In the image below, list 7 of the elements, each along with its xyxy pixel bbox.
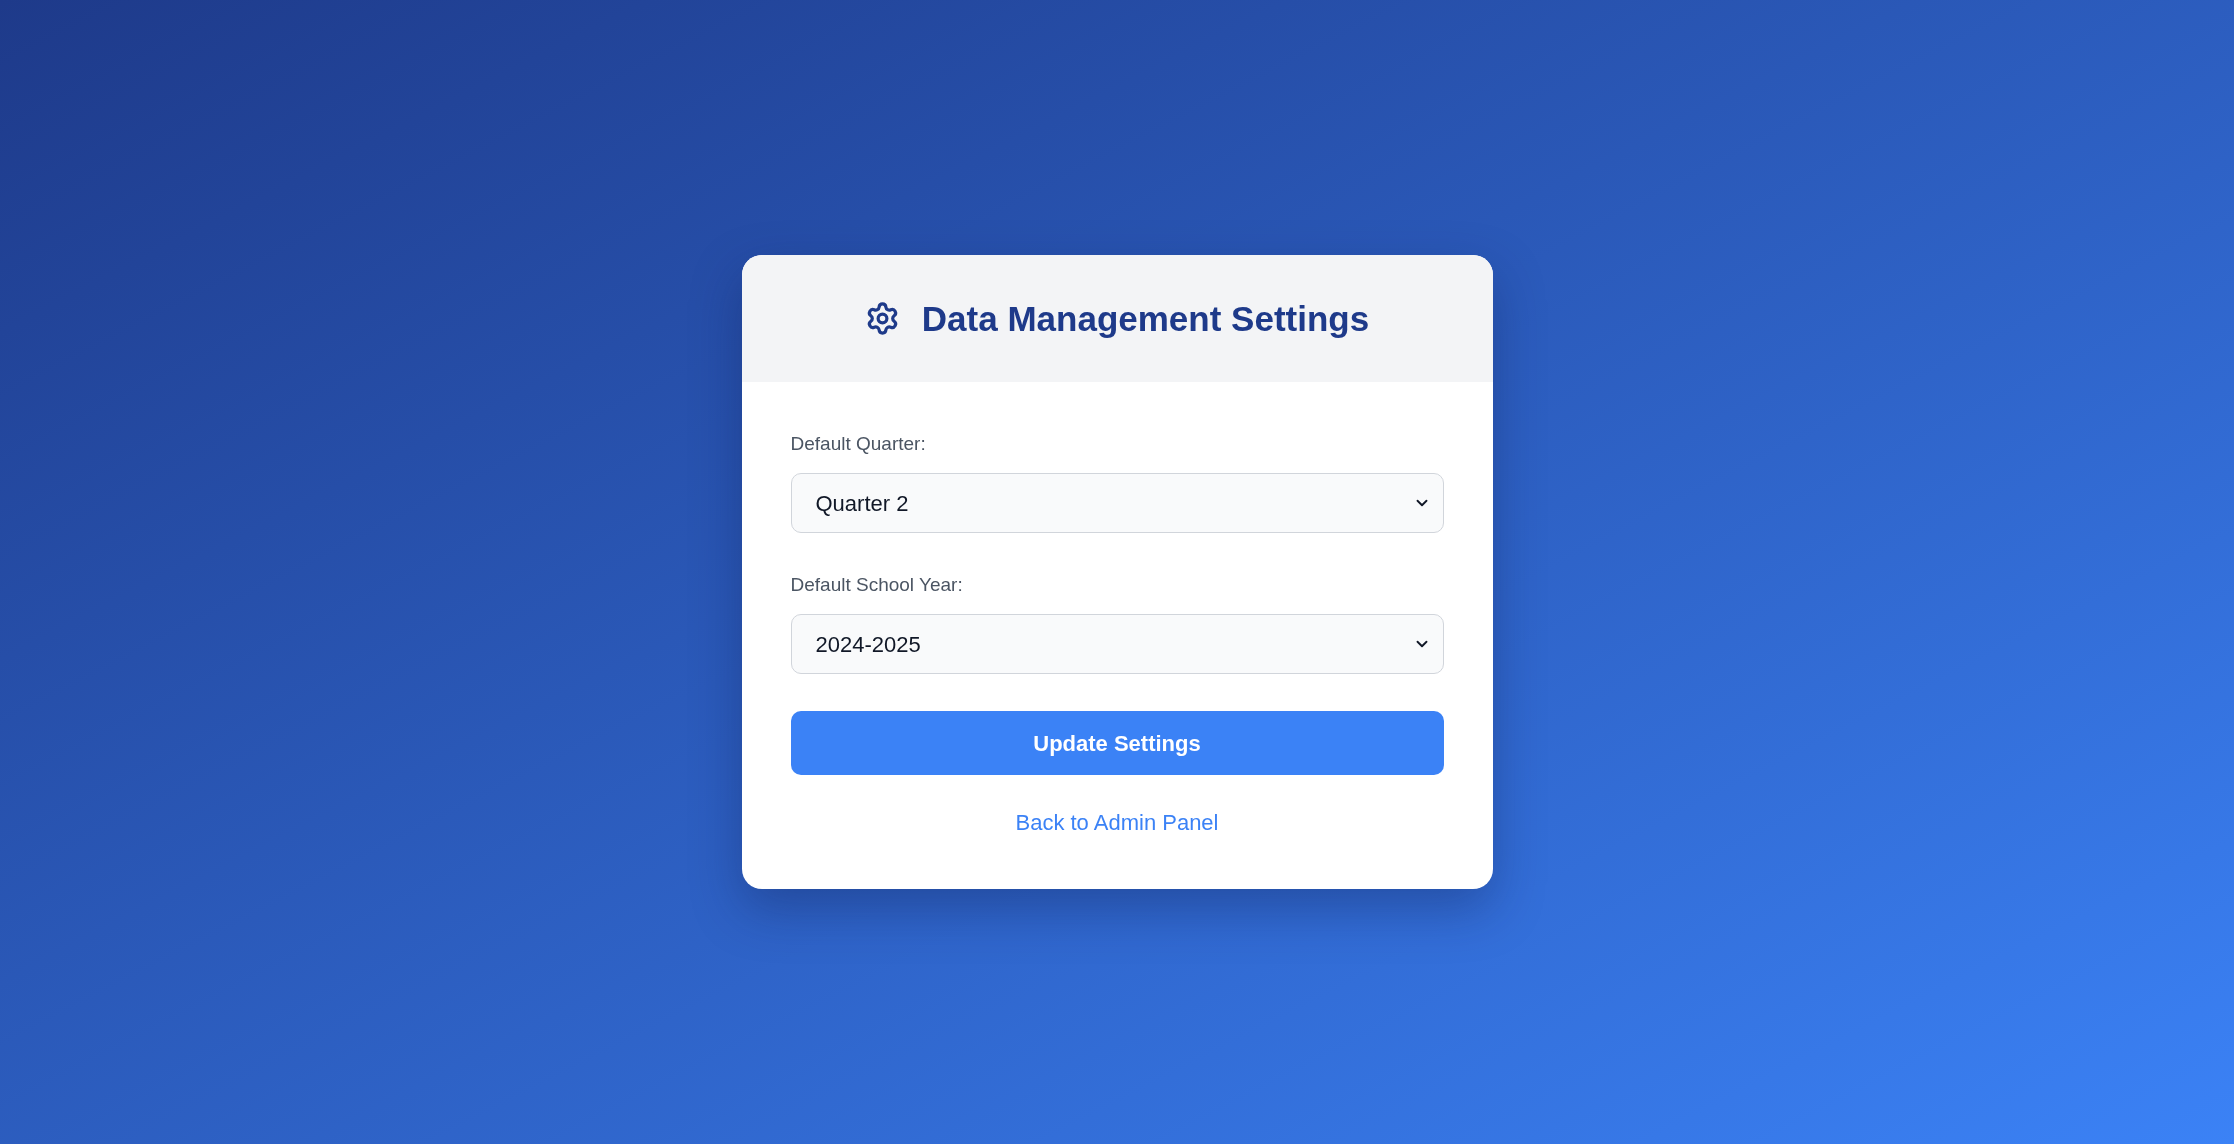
- back-link[interactable]: Back to Admin Panel: [1015, 809, 1219, 837]
- update-settings-button[interactable]: Update Settings: [790, 711, 1444, 775]
- field-label: Default Quarter:: [790, 432, 926, 456]
- card-title: Data Management Settings: [921, 297, 1370, 340]
- field-label: Default School Year:: [790, 573, 963, 597]
- dropdown[interactable]: 2024-2025: [790, 614, 1444, 674]
- dropdown[interactable]: Quarter 2: [790, 473, 1444, 533]
